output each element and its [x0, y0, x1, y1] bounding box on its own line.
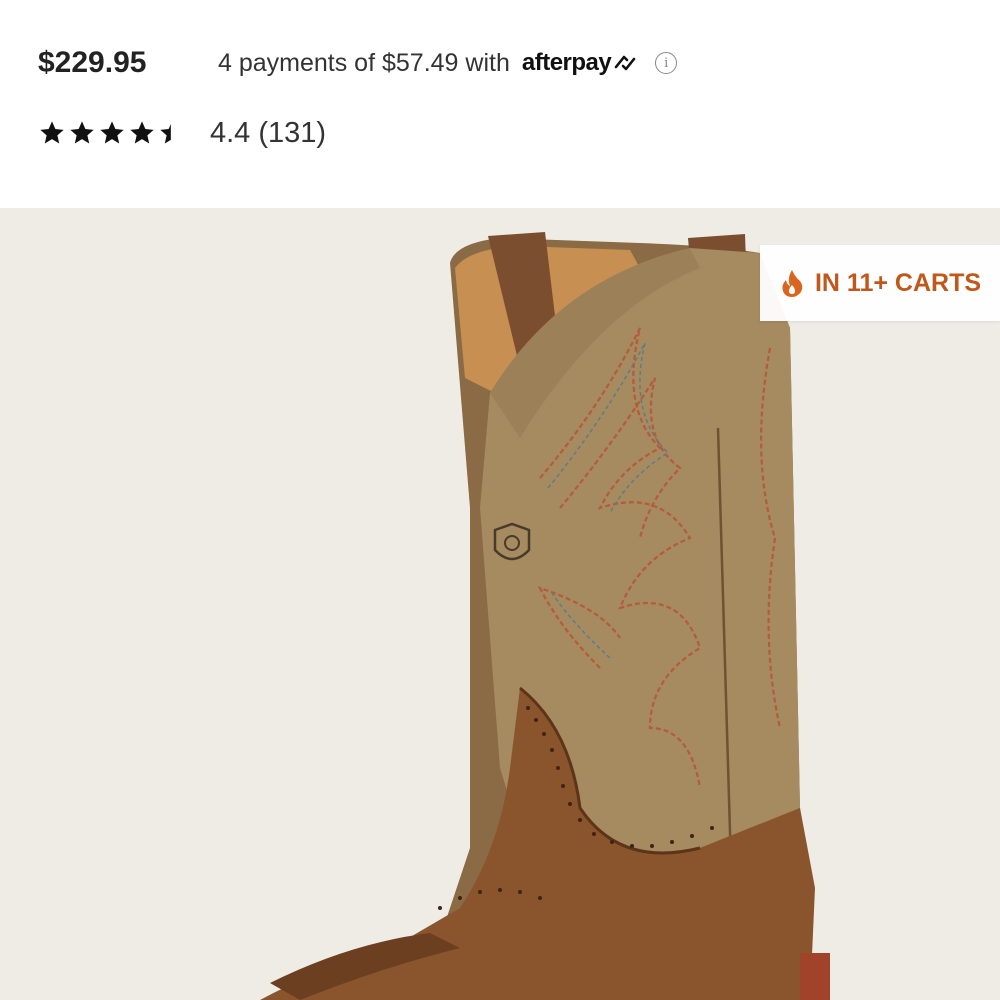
star-full-icon: [70, 121, 94, 144]
star-full-icon: [130, 121, 154, 144]
cart-popularity-badge: IN 11+ CARTS: [760, 245, 1000, 321]
flame-icon: [782, 270, 803, 297]
star-full-icon: [40, 121, 64, 144]
rating-row[interactable]: 4.4 (131): [38, 110, 326, 156]
afterpay-arrows-icon: [614, 55, 636, 71]
afterpay-logo: afterpay: [522, 49, 637, 77]
product-detail-page: $229.95 4 payments of $57.49 with afterp…: [0, 0, 1000, 1000]
rating-summary: 4.4 (131): [210, 116, 327, 149]
afterpay-wordmark: afterpay: [521, 49, 612, 76]
product-price: $229.95: [38, 46, 147, 79]
badge-label: IN 11+ CARTS: [814, 268, 982, 297]
product-image[interactable]: [0, 208, 1000, 1000]
star-partial-icon: [160, 123, 171, 144]
star-rating: [38, 119, 210, 147]
installments-text: 4 payments of $57.49 with: [218, 48, 510, 77]
info-icon[interactable]: i: [655, 52, 678, 74]
star-full-icon: [100, 121, 124, 144]
afterpay-installments: 4 payments of $57.49 with afterpay i: [218, 48, 678, 78]
price-row: $229.95 4 payments of $57.49 with afterp…: [38, 40, 738, 86]
cowboy-boot-image: [260, 232, 830, 1000]
